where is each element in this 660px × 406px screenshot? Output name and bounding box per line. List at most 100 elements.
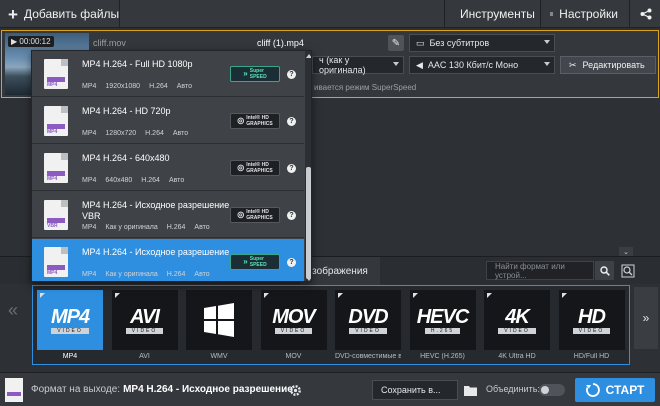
format-tile-4k-ultra-hd[interactable]: 4K VIDEO xyxy=(484,290,550,350)
preset-item[interactable]: MP4 MP4 H.264 - HD 720p MP4 1280x720 H.264… xyxy=(32,98,304,144)
edit-label: Редактировать xyxy=(582,60,645,70)
help-icon[interactable]: ? xyxy=(287,70,296,79)
corner-mark xyxy=(487,293,492,298)
superspeed-badge-icon: » Super SPEED xyxy=(230,254,280,270)
preset-title: MP4 H.264 - Исходное разрешение xyxy=(82,247,230,257)
chevron-down-icon xyxy=(393,62,399,66)
preset-spec: Авто xyxy=(194,271,210,278)
preset-dropdown[interactable]: MP4 MP4 H.264 - Full HD 1080p MP4 1920x10… xyxy=(31,50,312,282)
tiles-prev-arrow[interactable]: « xyxy=(8,300,18,321)
tab-images-label: зображения xyxy=(312,265,368,277)
superspeed-badge-icon: » Super SPEED xyxy=(230,66,280,82)
format-tile-title: HEVC xyxy=(416,305,470,328)
format-tile-hd-full-hd[interactable]: HD VIDEO xyxy=(558,290,625,350)
file-icon: MP4 xyxy=(44,247,68,277)
merge-toggle[interactable] xyxy=(539,384,565,396)
corner-mark xyxy=(114,293,120,298)
preset-title: MP4 H.264 - Исходное разрешение VBR xyxy=(82,200,230,221)
file-icon: MP4 xyxy=(44,153,68,183)
save-to-label: Сохранить в... xyxy=(381,385,441,395)
format-tile-title: MOV xyxy=(272,305,316,328)
save-to-select[interactable]: Сохранить в... xyxy=(372,380,458,400)
add-files-button[interactable]: + Добавить файлы xyxy=(0,0,127,28)
help-icon[interactable]: ? xyxy=(287,164,296,173)
convert-icon xyxy=(585,383,600,397)
format-tile-label: MOV xyxy=(285,353,302,360)
scrollbar-thumb[interactable] xyxy=(306,167,311,279)
preset-item[interactable]: MP4 MP4 H.264 - Full HD 1080p MP4 1920x10… xyxy=(32,51,304,97)
tools-button[interactable]: Инструменты xyxy=(446,0,538,28)
preset-spec: H.264 xyxy=(145,130,164,137)
format-tile-dvd[interactable]: DVD VIDEO xyxy=(335,290,401,350)
format-tile-title: MP4 xyxy=(50,305,90,328)
chevron-down-icon xyxy=(544,40,550,44)
format-tile-title: AVI xyxy=(130,305,160,328)
tools-label: Инструменты xyxy=(460,7,535,21)
audio-select[interactable]: ◀ AAC 130 Кбит/с Моно xyxy=(409,56,555,74)
gear-icon xyxy=(289,384,301,396)
intel-hd-badge-icon: ◎ Intel® HD GRAPHICS xyxy=(230,113,280,129)
format-tile-label: WMV xyxy=(210,353,228,360)
preset-item[interactable]: VBR MP4 H.264 - Исходное разрешение VBR … xyxy=(32,192,304,238)
format-tile-subtitle: VIDEO xyxy=(51,327,89,334)
format-search-input[interactable]: Найти формат или устрой... xyxy=(486,261,594,280)
add-files-label: Добавить файлы xyxy=(23,7,120,21)
output-settings-button[interactable] xyxy=(287,382,303,398)
output-format: Формат на выходе: MP4 H.264 - Исходное ра… xyxy=(31,384,293,395)
settings-button[interactable]: Настройки xyxy=(542,0,626,28)
preset-spec: 1280x720 xyxy=(105,130,137,137)
format-tile-label: HEVC (H.265) xyxy=(420,353,465,360)
rename-button[interactable]: ✎ xyxy=(388,35,404,51)
hamburger-icon xyxy=(550,12,554,16)
scroll-down-icon[interactable] xyxy=(306,277,311,281)
preset-item[interactable]: MP4 MP4 H.264 - Исходное разрешение MP4 К… xyxy=(32,239,304,281)
subtitles-select[interactable]: ▭ Без субтитров xyxy=(409,34,555,52)
format-tile-subtitle: H.265 xyxy=(424,327,461,334)
preset-spec: H.264 xyxy=(149,83,168,90)
help-icon[interactable]: ? xyxy=(287,258,296,267)
format-tiles: MP4 VIDEO MP4 AVI VIDEO AVI WMV MOV VIDEO MO… xyxy=(32,285,630,365)
corner-mark xyxy=(40,293,45,298)
open-folder-button[interactable] xyxy=(461,381,479,399)
preset-spec: Как у оригинала xyxy=(105,271,158,278)
help-icon[interactable]: ? xyxy=(287,211,296,220)
device-search-icon xyxy=(621,264,634,277)
start-button[interactable]: СТАРТ xyxy=(575,378,655,402)
toolbar-divider xyxy=(444,0,445,28)
output-file-name: cliff (1).mp4 xyxy=(257,38,304,48)
merge-label: Объединить: xyxy=(486,384,540,394)
format-tile-subtitle: VIDEO xyxy=(274,327,313,334)
share-button[interactable] xyxy=(632,0,660,28)
preset-spec: MP4 xyxy=(82,130,97,137)
scroll-up-icon[interactable] xyxy=(306,54,311,58)
format-tile-label: HD/Full HD xyxy=(573,353,610,360)
audio-value: AAC 130 Кбит/с Моно xyxy=(427,60,519,70)
format-tile-label: AVI xyxy=(139,353,150,360)
search-button[interactable] xyxy=(595,261,614,280)
format-tile-hevc-h-265[interactable]: HEVC H.265 xyxy=(409,290,476,350)
file-icon: VBR xyxy=(44,200,68,230)
format-tile-mov[interactable]: MOV VIDEO xyxy=(260,290,327,350)
preset-specs: MP4 Как у оригинала H.264 Авто xyxy=(82,224,219,231)
device-search-button[interactable] xyxy=(619,262,636,279)
corner-mark xyxy=(263,293,269,298)
format-tile-title: DVD xyxy=(348,305,388,328)
preset-spec: Как у оригинала xyxy=(105,224,158,231)
tab-images[interactable]: зображения xyxy=(300,257,380,285)
format-tile-mp4[interactable]: MP4 VIDEO xyxy=(37,290,103,350)
tiles-next-button[interactable]: » xyxy=(634,287,658,349)
edit-button[interactable]: ✂ Редактировать xyxy=(560,56,656,74)
preset-spec: Авто xyxy=(168,177,185,184)
play-icon: ▶ xyxy=(11,37,18,46)
intel-hd-badge-icon: ◎ Intel® HD GRAPHICS xyxy=(230,207,280,223)
format-tile-wmv[interactable] xyxy=(186,290,252,350)
preset-item[interactable]: MP4 MP4 H.264 - 640x480 MP4 640x480 H.264 А… xyxy=(32,145,304,191)
format-tile-subtitle: VIDEO xyxy=(572,327,611,334)
file-icon: MP4 xyxy=(44,59,68,89)
dropdown-scrollbar[interactable] xyxy=(305,51,311,281)
preset-spec: Авто xyxy=(176,83,193,90)
help-icon[interactable]: ? xyxy=(287,117,296,126)
resolution-select[interactable]: ч (как у оригинала) xyxy=(312,55,404,75)
format-tile-avi[interactable]: AVI VIDEO xyxy=(111,290,178,350)
pencil-icon: ✎ xyxy=(391,37,401,49)
